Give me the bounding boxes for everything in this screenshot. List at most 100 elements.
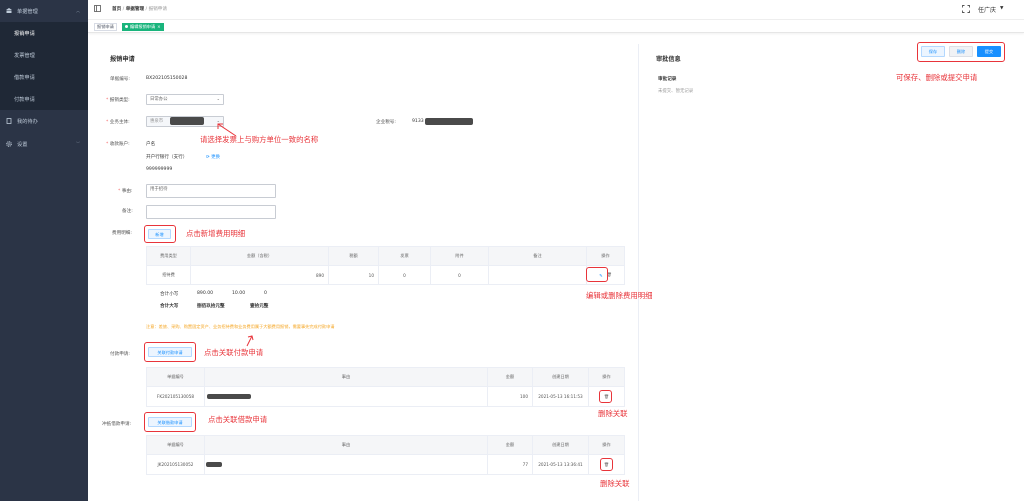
- redacted-reason: [207, 394, 251, 399]
- submit-button[interactable]: 提交: [977, 46, 1001, 57]
- annotation-loan: 点击关联借款申请: [208, 415, 268, 424]
- annotation-edit: 编辑或删除费用明细: [586, 291, 653, 300]
- approval-record-empty: 未提交、暂无记录: [658, 89, 694, 94]
- save-button[interactable]: 保存: [921, 46, 945, 57]
- redacted-reason: [206, 462, 222, 467]
- remark-textarea[interactable]: [146, 205, 276, 219]
- sidebar-item-label: 付款申请: [14, 96, 35, 103]
- document-icon: [6, 118, 12, 124]
- approval-title: 审批信息: [656, 56, 681, 63]
- th: 金额: [488, 436, 533, 454]
- arrow-annotation-icon: [246, 335, 254, 347]
- th: 单据编号: [147, 436, 205, 454]
- approval-record-label: 审批记录: [658, 77, 677, 82]
- th: 备注: [489, 247, 587, 265]
- td: 0: [379, 266, 431, 284]
- payee-name: 户名: [146, 142, 156, 147]
- th: 税额: [329, 247, 379, 265]
- annotation-unlink-pay: 删除关联: [598, 409, 628, 418]
- type-select[interactable]: 日常办公 ⌄: [146, 94, 224, 105]
- doc-no-value: BX202105150028: [146, 76, 188, 81]
- sidebar-item-invoice[interactable]: 发票管理: [0, 44, 88, 66]
- fee-table-row: 招待费 890 10 0 0 ✎ 🗑: [146, 266, 625, 285]
- sidebar-item-label: 发票管理: [14, 52, 35, 59]
- redacted-tax: [425, 118, 473, 125]
- sidebar-item-label: 报销申请: [14, 30, 35, 37]
- th: 操作: [602, 374, 611, 379]
- bank-label: 开户行银行（支行）: [146, 155, 188, 160]
- payee-label: * 收款账户:: [106, 142, 130, 147]
- loan-label: 冲抵借款申请:: [102, 422, 132, 427]
- th: 发票: [379, 247, 431, 265]
- td: 77: [488, 455, 533, 474]
- breadcrumb-current: 报销申请: [148, 7, 167, 12]
- td: 10: [329, 266, 379, 284]
- sidebar: 单据管理 ︿ 报销申请 发票管理 借款申请 付款申请 我的待办 设置 ﹀: [0, 0, 88, 501]
- delete-button[interactable]: 删除: [949, 46, 973, 57]
- breadcrumb: 首页 / 单据管理 / 报销申请: [112, 7, 167, 12]
- entity-label: * 业务主体:: [106, 120, 130, 125]
- tab-expense[interactable]: 报销申请: [94, 22, 117, 31]
- th: 附件: [431, 247, 489, 265]
- reason-textarea[interactable]: 用于招待: [146, 184, 276, 198]
- caret-down-icon[interactable]: ▼: [1000, 6, 1003, 11]
- th: 金额: [488, 368, 533, 386]
- pay-label: 付款申请:: [110, 352, 130, 357]
- add-fee-button[interactable]: 新增: [148, 229, 171, 239]
- link-loan-button[interactable]: 关联借款申请: [148, 417, 192, 427]
- th: 操作: [602, 442, 611, 447]
- sidebar-item-expense[interactable]: 报销申请: [0, 22, 88, 44]
- remark-label: 备注:: [122, 209, 133, 214]
- doc-no-label: 单据编号:: [110, 77, 130, 82]
- total-big-amount: 捌佰玖拾元整: [197, 304, 225, 309]
- pay-table-header: 单据编号 事由 金额 创建日期 操作: [146, 367, 625, 387]
- menu-toggle-icon[interactable]: [94, 5, 101, 14]
- loan-table-header: 单据编号 事由 金额 创建日期 操作: [146, 435, 625, 455]
- tab-edit-expense[interactable]: 编辑报销申请 ×: [122, 22, 164, 31]
- type-label: * 报销类型:: [106, 98, 130, 103]
- th: 事由: [205, 436, 488, 454]
- breadcrumb-docs[interactable]: 单据管理: [126, 7, 144, 12]
- total-small-amount: 890.00: [197, 291, 214, 296]
- td: [489, 266, 587, 284]
- fullscreen-icon[interactable]: [962, 5, 970, 15]
- close-icon[interactable]: ×: [157, 24, 161, 29]
- sidebar-group-docs[interactable]: 单据管理 ︿: [0, 0, 88, 22]
- annotation-unlink-loan: 删除关联: [600, 479, 630, 488]
- td: 招待费: [147, 266, 191, 284]
- topbar: 首页 / 单据管理 / 报销申请 任广庆 ▼: [88, 0, 1024, 20]
- page-title: 报销申请: [110, 56, 135, 63]
- th: 事由: [205, 368, 488, 386]
- sidebar-group-todo[interactable]: 我的待办: [0, 110, 88, 132]
- highlight-unlink-pay: [599, 390, 612, 403]
- th: 创建日期: [533, 368, 589, 386]
- total-big-tax: 壹拾元整: [250, 304, 269, 309]
- th: 操作: [601, 253, 610, 258]
- tab-label: 编辑报销申请: [130, 23, 156, 29]
- dot-icon: [125, 24, 128, 28]
- sidebar-group-label: 单据管理: [17, 8, 38, 15]
- tags-bar: 报销申请 编辑报销申请 ×: [88, 20, 1024, 33]
- sidebar-item-payment[interactable]: 付款申请: [0, 88, 88, 110]
- sidebar-group-settings[interactable]: 设置 ﹀: [0, 133, 88, 155]
- user-name[interactable]: 任广庆: [978, 5, 996, 14]
- tax-label: 企业税号:: [376, 120, 396, 125]
- td: FK202105130058: [147, 387, 205, 406]
- td: [205, 455, 488, 474]
- account-no: 999999999: [146, 167, 173, 172]
- th: 费用类型: [147, 247, 191, 265]
- link-payment-button[interactable]: 关联付款申请: [148, 347, 192, 357]
- total-small-other: 0: [264, 291, 267, 296]
- annotation-save: 可保存、删除或提交申请: [896, 73, 978, 82]
- chevron-down-icon: ⌄: [216, 96, 220, 101]
- breadcrumb-home[interactable]: 首页: [112, 7, 121, 12]
- panel-divider: [638, 44, 639, 501]
- td: 100: [488, 387, 533, 406]
- bank-icon: [6, 8, 12, 14]
- td: 0: [431, 266, 489, 284]
- sidebar-item-loan[interactable]: 借款申请: [0, 66, 88, 88]
- highlight-unlink-loan: [600, 458, 613, 471]
- td: 890: [191, 266, 329, 284]
- sidebar-group-label: 设置: [17, 141, 28, 148]
- change-account-link[interactable]: ⟳ 更换: [206, 154, 220, 160]
